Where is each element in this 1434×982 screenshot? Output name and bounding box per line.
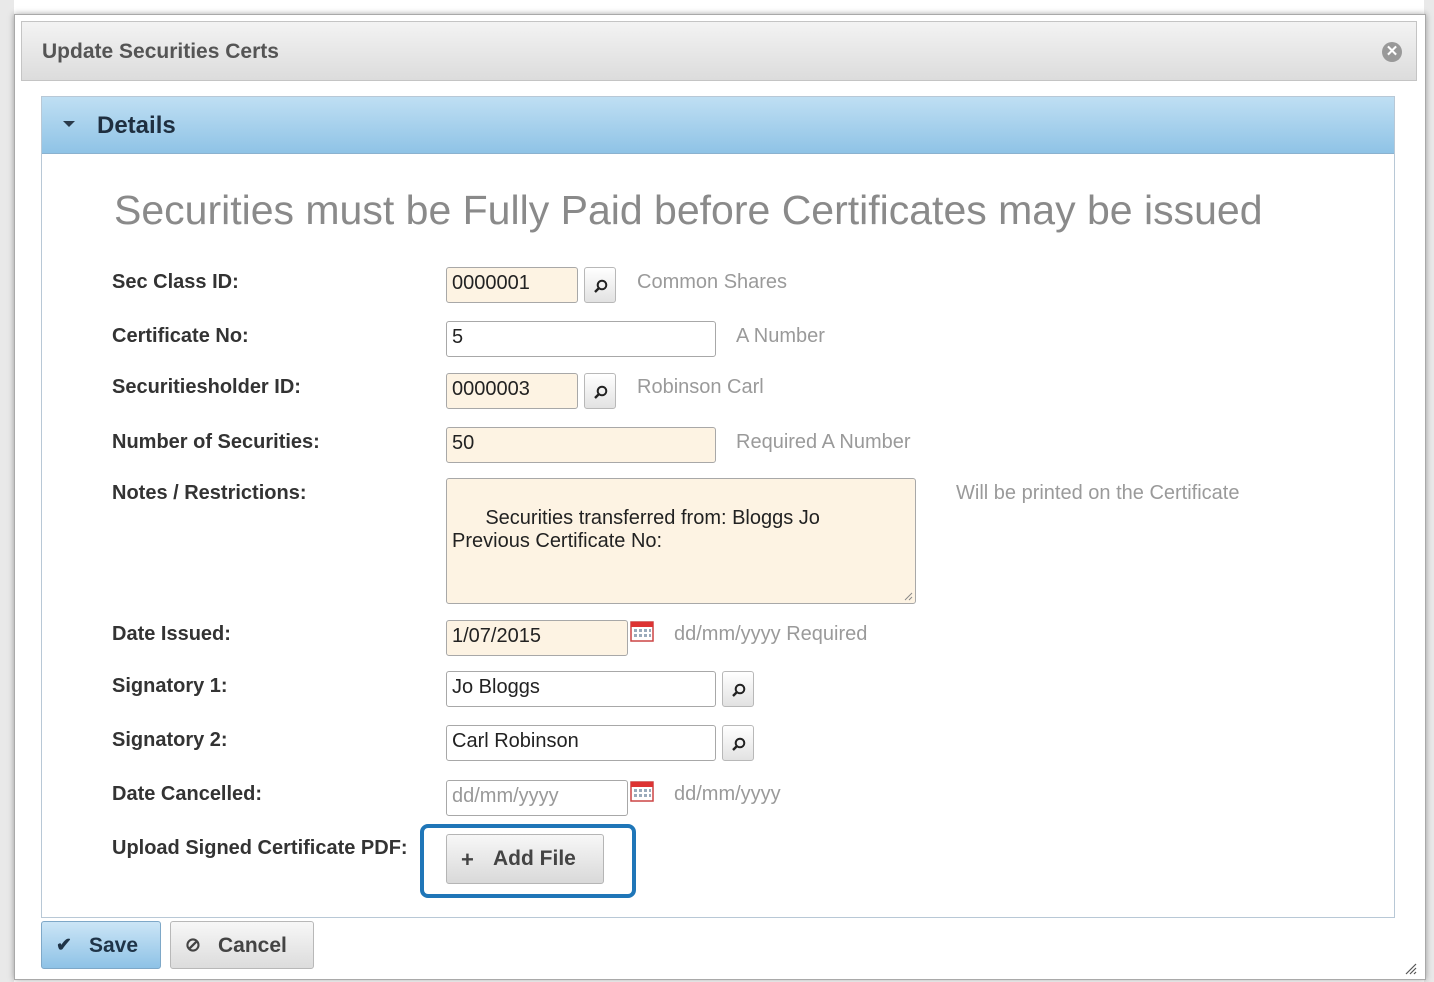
dialog-titlebar[interactable]: Update Securities Certs ✕ <box>21 21 1417 81</box>
date-issued-hint: dd/mm/yyyy Required <box>674 623 868 645</box>
signatory-1-lookup-button[interactable] <box>722 671 754 707</box>
sec-class-hint: Common Shares <box>637 271 788 293</box>
signatory-1-label: Signatory 1: <box>112 675 228 697</box>
notes-restrictions-textarea[interactable]: Securities transferred from: Bloggs Jo P… <box>446 478 916 604</box>
sec-class-lookup-button[interactable] <box>584 267 616 303</box>
notes-restrictions-label: Notes / Restrictions: <box>112 482 307 504</box>
search-icon <box>594 385 608 399</box>
save-button[interactable]: ✔ Save <box>41 921 161 969</box>
signatory-2-label: Signatory 2: <box>112 729 228 751</box>
sec-class-id-label: Sec Class ID: <box>112 271 239 293</box>
page-backdrop <box>0 0 14 982</box>
cancel-button[interactable]: ⊘ Cancel <box>170 921 314 969</box>
details-panel-header[interactable]: Details <box>42 97 1394 154</box>
sec-class-id-input[interactable]: 0000001 <box>446 267 578 303</box>
date-cancelled-label: Date Cancelled: <box>112 783 263 805</box>
close-icon[interactable]: ✕ <box>1382 42 1402 62</box>
certificate-no-hint: A Number <box>736 325 825 347</box>
search-icon <box>594 279 608 293</box>
securitiesholder-id-label: Securitiesholder ID: <box>112 376 301 398</box>
fully-paid-notice: Securities must be Fully Paid before Cer… <box>114 187 1263 233</box>
details-panel-title: Details <box>97 112 176 139</box>
number-of-securities-hint: Required A Number <box>736 431 911 453</box>
signatory-1-input[interactable]: Jo Bloggs <box>446 671 716 707</box>
date-issued-label: Date Issued: <box>112 623 231 645</box>
calendar-icon[interactable] <box>630 780 654 802</box>
date-cancelled-hint: dd/mm/yyyy <box>674 783 781 805</box>
cancel-label: Cancel <box>218 934 287 957</box>
dialog-resize-grip-icon[interactable] <box>1403 961 1417 975</box>
certificate-no-label: Certificate No: <box>112 325 249 347</box>
plus-icon: + <box>461 847 474 872</box>
caret-down-icon[interactable] <box>63 121 75 127</box>
date-issued-input[interactable]: 1/07/2015 <box>446 620 628 656</box>
securitiesholder-hint: Robinson Carl <box>637 376 764 398</box>
number-of-securities-label: Number of Securities: <box>112 431 320 453</box>
save-label: Save <box>89 934 139 957</box>
checkmark-icon: ✔ <box>56 935 72 956</box>
calendar-icon[interactable] <box>630 620 654 642</box>
search-icon <box>732 683 746 697</box>
resize-grip-icon[interactable] <box>903 591 913 601</box>
securitiesholder-lookup-button[interactable] <box>584 373 616 409</box>
add-file-label: Add File <box>493 847 576 870</box>
signatory-2-lookup-button[interactable] <box>722 725 754 761</box>
details-panel: Details Securities must be Fully Paid be… <box>41 96 1395 918</box>
upload-certificate-label: Upload Signed Certificate PDF: <box>112 837 408 859</box>
notes-text: Securities transferred from: Bloggs Jo P… <box>452 507 820 552</box>
search-icon <box>732 737 746 751</box>
certificate-no-input[interactable]: 5 <box>446 321 716 357</box>
signatory-2-input[interactable]: Carl Robinson <box>446 725 716 761</box>
notes-hint: Will be printed on the Certificate <box>956 482 1240 504</box>
cancel-icon: ⊘ <box>185 935 201 956</box>
number-of-securities-input[interactable]: 50 <box>446 427 716 463</box>
add-file-button[interactable]: + Add File <box>446 834 604 884</box>
dialog-title: Update Securities Certs <box>42 40 279 63</box>
update-securities-certs-dialog: Update Securities Certs ✕ Details Securi… <box>14 14 1426 980</box>
securitiesholder-id-input[interactable]: 0000003 <box>446 373 578 409</box>
date-cancelled-input[interactable]: dd/mm/yyyy <box>446 780 628 816</box>
